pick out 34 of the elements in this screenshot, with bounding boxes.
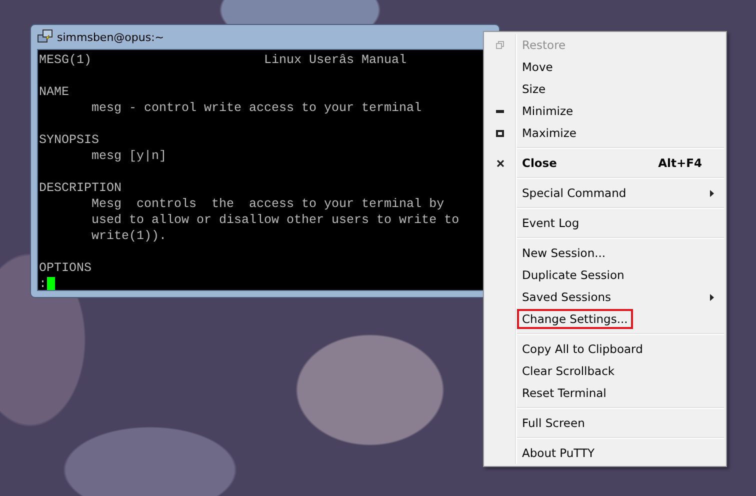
menu-item[interactable]: Copy All to Clipboard [517,339,648,359]
terminal-line: used to allow or disallow other users to write to [90,212,460,228]
menu-item[interactable]: Move [517,57,558,77]
window-title: simmsben@opus:~ [57,30,164,44]
menu-item[interactable]: Reset Terminal [517,383,612,403]
terminal-prompt: : [39,276,47,290]
menu-item[interactable]: Close [517,153,562,173]
shortcut-label: Alt+F4 [658,156,702,170]
maximize-icon [496,130,504,136]
terminal-line: OPTIONS [39,260,92,276]
terminal-line: write(1)). [90,228,167,244]
menu-item[interactable]: Maximize [517,123,582,143]
terminal-line: mesg [y|n] [90,148,167,164]
close-icon [496,160,504,166]
terminal-line: DESCRIPTION [39,180,122,196]
menu-item[interactable]: Change Settings... [517,309,633,329]
minimize-icon [496,110,504,112]
menu-item[interactable]: Event Log [517,213,584,233]
terminal-line: SYNOPSIS [39,132,100,148]
menu-item[interactable]: Duplicate Session [517,265,630,285]
computer-icon [37,29,53,45]
menu-item[interactable]: Clear Scrollback [517,361,620,381]
menu-item[interactable]: Special Command [517,183,632,203]
terminal-line: NAME [39,84,70,100]
menu-item[interactable]: Saved Sessions [517,287,616,307]
menu-item[interactable]: About PuTTY [517,443,600,463]
terminal-line: mesg - control write access to your terminal [90,100,422,116]
menu-item[interactable]: Minimize [517,101,578,121]
menu-item[interactable]: New Session... [517,243,611,263]
terminal-line: MESG(1) Linux Userâs Manual [39,52,407,68]
terminal-line: Mesg controls the access to your terminal by [90,196,444,212]
menu-item[interactable]: Full Screen [517,413,590,433]
restore-icon [496,41,504,49]
menu-item[interactable]: Size [517,79,551,99]
